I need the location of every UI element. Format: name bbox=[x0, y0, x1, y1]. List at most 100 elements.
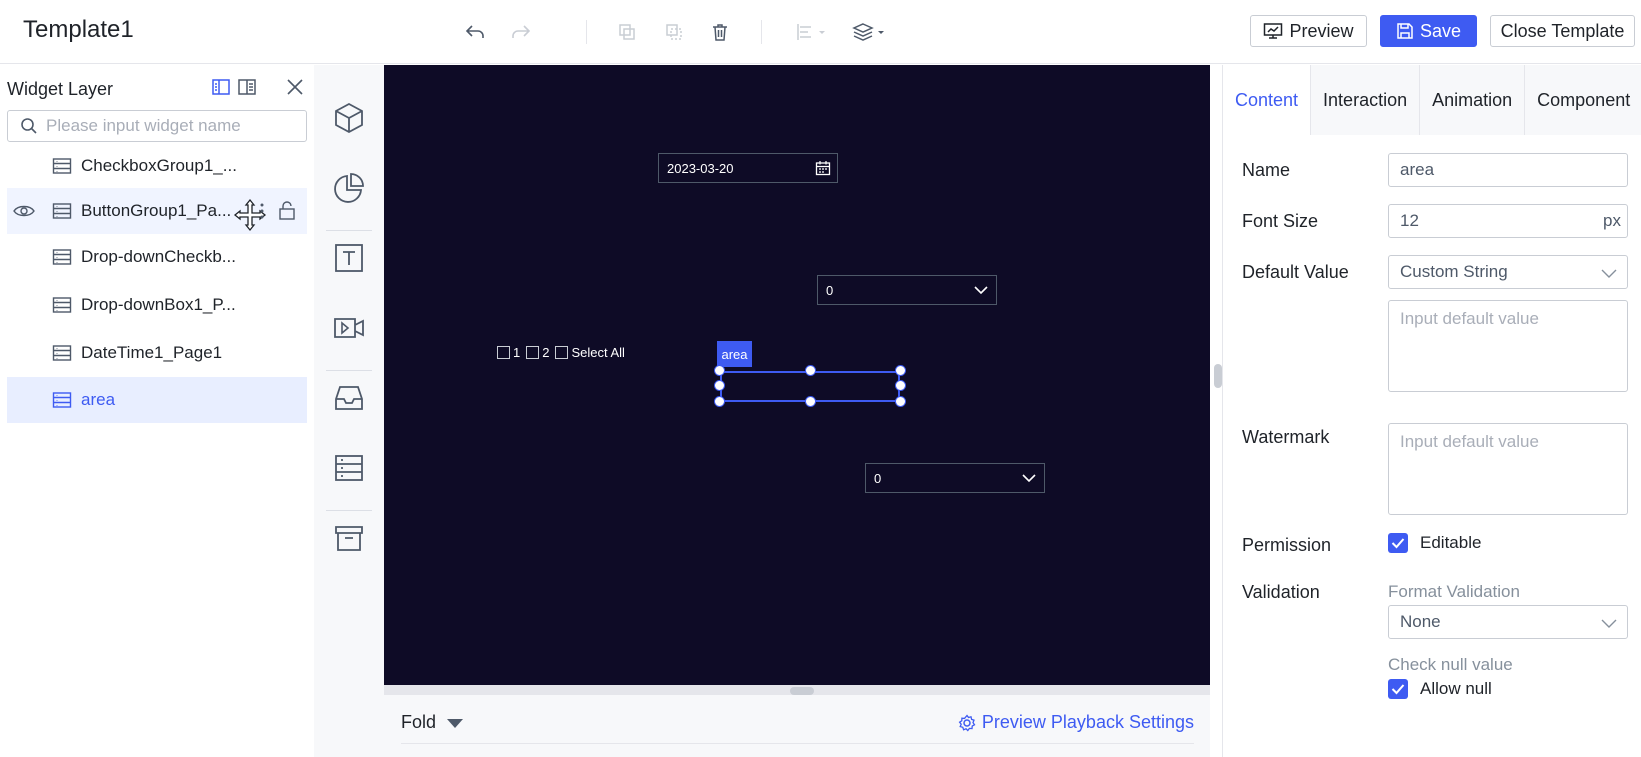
format-validation-label: Format Validation bbox=[1388, 582, 1520, 601]
allow-null-label: Allow null bbox=[1420, 679, 1492, 698]
resize-handle[interactable] bbox=[805, 396, 816, 407]
horizontal-scrollbar[interactable] bbox=[384, 685, 1210, 695]
resize-handle[interactable] bbox=[895, 396, 906, 407]
layout-left-icon[interactable] bbox=[209, 75, 233, 99]
layer-item[interactable]: ButtonGroup1_Pa... bbox=[7, 188, 307, 234]
check-null-label: Check null value bbox=[1388, 655, 1513, 674]
layer-item[interactable]: CheckboxGroup1_... bbox=[7, 143, 307, 189]
scrollbar-thumb[interactable] bbox=[790, 687, 814, 695]
layer-item-label: DateTime1_Page1 bbox=[81, 343, 223, 362]
app-title: Template1 bbox=[23, 16, 134, 43]
rail-divider bbox=[326, 370, 372, 371]
checkbox-label: Select All bbox=[571, 345, 625, 360]
checkbox-checked-icon bbox=[1388, 679, 1408, 699]
widget-list-icon bbox=[52, 296, 72, 319]
footer-divider bbox=[401, 743, 1194, 744]
lock-icon[interactable] bbox=[277, 201, 297, 226]
checkbox[interactable] bbox=[497, 346, 510, 359]
validation-label: Validation bbox=[1242, 582, 1320, 602]
archive-icon[interactable] bbox=[330, 519, 368, 557]
format-validation-select[interactable]: None bbox=[1388, 605, 1628, 639]
preview-playback-settings-link[interactable]: Preview Playback Settings bbox=[958, 712, 1194, 733]
resize-handle[interactable] bbox=[714, 396, 725, 407]
close-icon[interactable] bbox=[283, 75, 307, 99]
default-value-select[interactable]: Custom String bbox=[1388, 255, 1628, 289]
font-size-unit: px bbox=[1603, 211, 1621, 230]
canvas-footer: Fold Preview Playback Settings bbox=[384, 697, 1210, 757]
tab-component[interactable]: Component bbox=[1525, 65, 1641, 135]
name-value: area bbox=[1400, 160, 1435, 179]
delete-icon[interactable] bbox=[706, 18, 734, 46]
checkbox[interactable] bbox=[526, 346, 540, 359]
search-icon bbox=[21, 118, 37, 134]
redo-icon[interactable] bbox=[507, 18, 535, 46]
component-rail bbox=[314, 65, 384, 757]
toolbar-divider bbox=[586, 20, 587, 44]
close-template-label: Close Template bbox=[1500, 20, 1625, 41]
watermark-textarea[interactable]: Input default value bbox=[1388, 423, 1628, 515]
cube-icon[interactable] bbox=[330, 99, 368, 137]
fold-label: Fold bbox=[401, 712, 437, 732]
resize-handle[interactable] bbox=[805, 365, 816, 376]
editable-checkbox[interactable]: Editable bbox=[1388, 533, 1481, 553]
toolbar-divider bbox=[761, 20, 762, 44]
undo-icon[interactable] bbox=[461, 18, 489, 46]
checkbox-label: 1 bbox=[513, 345, 521, 360]
resize-handle[interactable] bbox=[714, 380, 725, 391]
canvas-area: 2023-03-20 0 1 2 Select All area 0 Fold … bbox=[384, 65, 1210, 757]
close-template-button[interactable]: Close Template bbox=[1490, 15, 1635, 47]
name-field[interactable]: area bbox=[1388, 153, 1628, 187]
form-list-icon[interactable] bbox=[330, 449, 368, 487]
layers-icon[interactable] bbox=[850, 18, 890, 46]
properties-tabs: Content Interaction Animation Component bbox=[1223, 65, 1641, 135]
chevron-down-icon bbox=[974, 284, 988, 299]
layer-item[interactable]: area bbox=[7, 377, 307, 423]
checkbox-label: 2 bbox=[542, 345, 550, 360]
font-size-label: Font Size bbox=[1242, 211, 1319, 231]
permission-label: Permission bbox=[1242, 535, 1332, 555]
widget-list-icon bbox=[52, 391, 72, 414]
calendar-icon bbox=[815, 160, 831, 179]
fold-button[interactable]: Fold bbox=[401, 712, 464, 733]
align-icon[interactable] bbox=[792, 18, 832, 46]
canvas-date-picker[interactable]: 2023-03-20 bbox=[658, 153, 838, 183]
default-value-textarea[interactable]: Input default value bbox=[1388, 300, 1628, 392]
layer-item-label: CheckboxGroup1_... bbox=[81, 156, 237, 175]
canvas-dropdown[interactable]: 0 bbox=[865, 463, 1045, 493]
layer-item[interactable]: DateTime1_Page1 bbox=[7, 330, 307, 376]
canvas-checkbox-group[interactable]: 1 2 Select All bbox=[497, 345, 625, 360]
resize-handle[interactable] bbox=[895, 365, 906, 376]
save-icon bbox=[1397, 23, 1413, 39]
allow-null-checkbox[interactable]: Allow null bbox=[1388, 679, 1492, 699]
caret-down-icon bbox=[447, 718, 464, 728]
layer-item-label: area bbox=[81, 390, 116, 409]
resize-handle[interactable] bbox=[895, 380, 906, 391]
inbox-icon[interactable] bbox=[330, 379, 368, 417]
widget-search-input[interactable] bbox=[46, 116, 286, 136]
widget-list-icon bbox=[52, 202, 72, 225]
tab-interaction[interactable]: Interaction bbox=[1311, 65, 1421, 135]
vertical-scrollbar-thumb[interactable] bbox=[1214, 364, 1222, 388]
chevron-down-icon bbox=[1601, 265, 1617, 285]
text-icon[interactable] bbox=[330, 239, 368, 277]
dropdown-value: 0 bbox=[826, 282, 834, 298]
layer-item[interactable]: Drop-downBox1_P... bbox=[7, 282, 307, 328]
font-size-field[interactable]: 12 px bbox=[1388, 204, 1628, 238]
canvas-dropdown[interactable]: 0 bbox=[817, 275, 997, 305]
save-button[interactable]: Save bbox=[1380, 15, 1477, 47]
preview-button[interactable]: Preview bbox=[1250, 15, 1367, 47]
more-icon[interactable] bbox=[259, 201, 265, 226]
tab-animation[interactable]: Animation bbox=[1420, 65, 1526, 135]
resize-handle[interactable] bbox=[714, 365, 725, 376]
video-icon[interactable] bbox=[330, 309, 368, 347]
design-canvas[interactable]: 2023-03-20 0 1 2 Select All area 0 bbox=[384, 65, 1210, 685]
eye-icon[interactable] bbox=[12, 202, 36, 225]
preview-button-label: Preview bbox=[1289, 20, 1354, 41]
checkbox[interactable] bbox=[555, 346, 569, 359]
tab-content[interactable]: Content bbox=[1223, 65, 1312, 135]
copy-icon[interactable] bbox=[613, 18, 641, 46]
layer-item[interactable]: Drop-downCheckb... bbox=[7, 234, 307, 280]
layout-right-icon[interactable] bbox=[235, 75, 259, 99]
pie-chart-icon[interactable] bbox=[330, 169, 368, 207]
duplicate-icon[interactable] bbox=[660, 18, 688, 46]
